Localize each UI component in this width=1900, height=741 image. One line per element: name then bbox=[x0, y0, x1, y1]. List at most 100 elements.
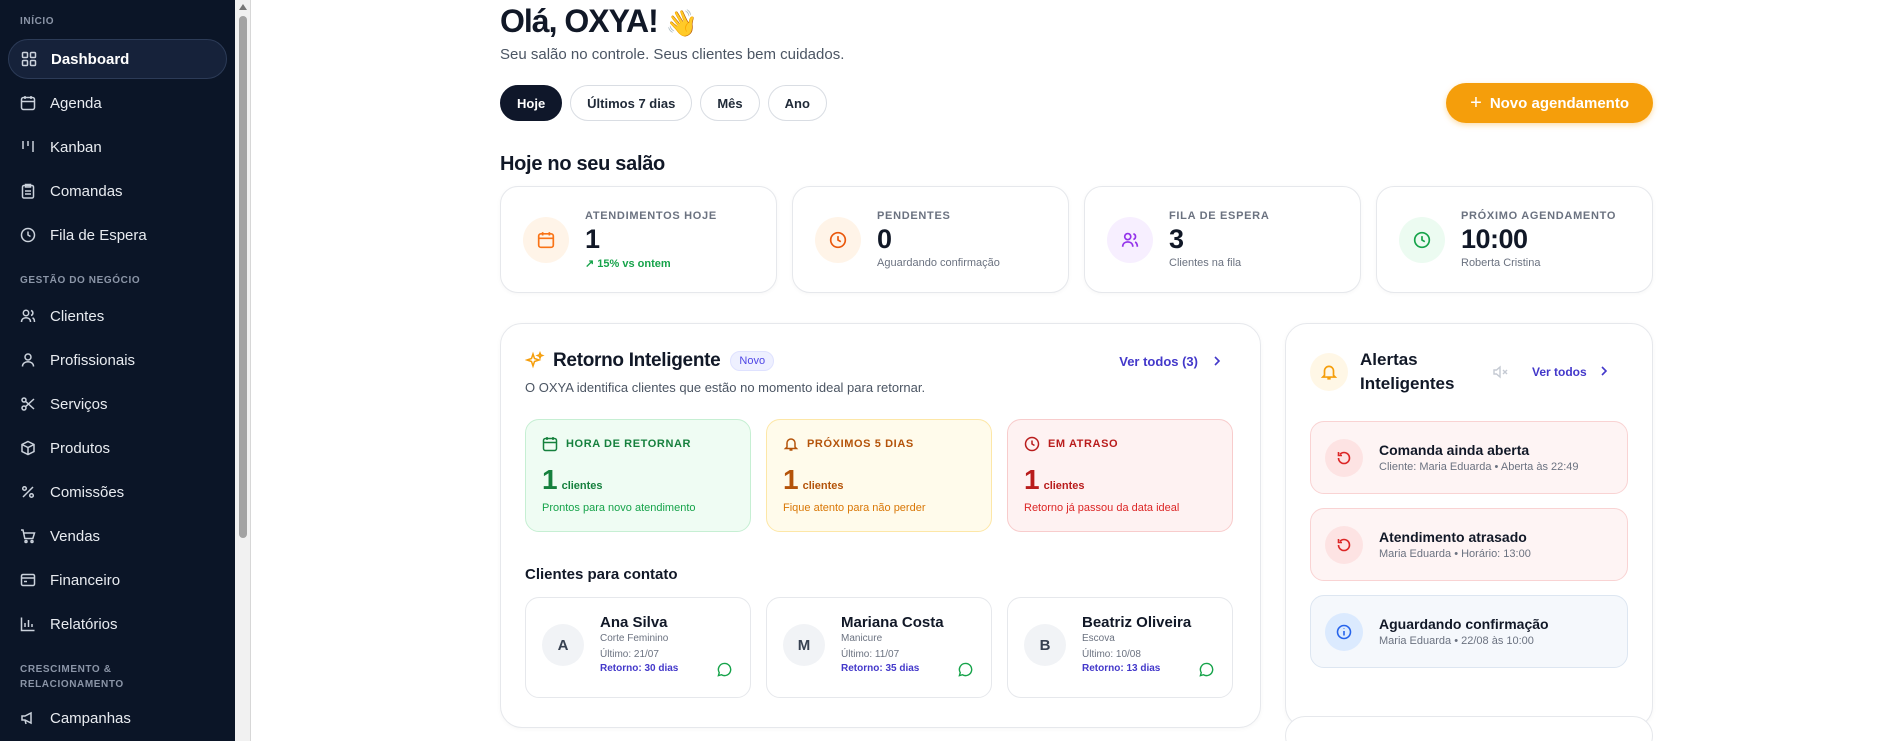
grid-icon bbox=[21, 51, 37, 67]
alert-item[interactable]: Aguardando confirmação Maria Eduarda • 2… bbox=[1310, 595, 1628, 668]
alert-item[interactable]: Comanda ainda aberta Cliente: Maria Edua… bbox=[1310, 421, 1628, 494]
sidebar-item-servicos[interactable]: Serviços bbox=[8, 384, 227, 424]
contact-card[interactable]: A Ana Silva Corte Feminino Último: 21/07… bbox=[525, 597, 751, 698]
sidebar-item-relatorios[interactable]: Relatórios bbox=[8, 604, 227, 644]
cart-icon bbox=[20, 528, 36, 544]
card-value: 1 clientes bbox=[542, 464, 734, 496]
kanban-icon bbox=[20, 139, 36, 155]
bell-icon bbox=[783, 436, 799, 452]
sidebar-scrollbar[interactable] bbox=[235, 0, 251, 741]
stat-label: PRÓXIMO AGENDAMENTO bbox=[1461, 210, 1617, 222]
card-value: 1 clientes bbox=[1024, 464, 1216, 496]
sidebar-item-profissionais[interactable]: Profissionais bbox=[8, 340, 227, 380]
card-note: Retorno já passou da data ideal bbox=[1024, 502, 1180, 514]
sidebar-item-produtos[interactable]: Produtos bbox=[8, 428, 227, 468]
calendar-icon bbox=[20, 95, 36, 111]
alert-title: Comanda ainda aberta bbox=[1379, 442, 1530, 458]
sidebar-item-financeiro[interactable]: Financeiro bbox=[8, 560, 227, 600]
stat-card-pendentes[interactable]: PENDENTES 0 Aguardando confirmação bbox=[792, 186, 1069, 293]
mute-icon[interactable] bbox=[1492, 364, 1508, 380]
sparkles-icon bbox=[525, 351, 545, 371]
stat-value: 1 bbox=[585, 223, 600, 254]
chevron-right-icon bbox=[1212, 354, 1222, 369]
alertas-panel: Alertas Inteligentes Ver todos Comanda a… bbox=[1285, 323, 1653, 728]
contact-return: Retorno: 30 dias bbox=[600, 663, 679, 674]
stat-value: 3 bbox=[1169, 224, 1184, 254]
users-icon bbox=[1107, 216, 1153, 263]
sidebar-item-label: Clientes bbox=[50, 307, 105, 325]
main-content: Olá, OXYA! 👋 Seu salão no controle. Seus… bbox=[500, 0, 1653, 741]
chevron-right-icon bbox=[1599, 365, 1609, 379]
sidebar-item-label: Dashboard bbox=[51, 50, 130, 68]
card-proximos-5-dias[interactable]: PRÓXIMOS 5 DIAS 1 clientes Fique atento … bbox=[766, 419, 992, 532]
sidebar-item-kanban[interactable]: Kanban bbox=[8, 127, 227, 167]
contact-name: Mariana Costa bbox=[841, 614, 944, 631]
sidebar-item-vendas[interactable]: Vendas bbox=[8, 516, 227, 556]
page-subtitle: Seu salão no controle. Seus clientes bem… bbox=[500, 46, 845, 63]
card-header: HORA DE RETORNAR bbox=[542, 436, 734, 452]
alert-subtitle: Maria Eduarda • Horário: 13:00 bbox=[1379, 548, 1531, 560]
card-number: 1 bbox=[783, 464, 799, 495]
stat-card-fila[interactable]: FILA DE ESPERA 3 Clientes na fila bbox=[1084, 186, 1361, 293]
alerts-header: Alertas Inteligentes Ver todos bbox=[1310, 348, 1628, 396]
bar-chart-icon bbox=[20, 616, 36, 632]
sidebar-item-dashboard[interactable]: Dashboard bbox=[8, 39, 227, 79]
stat-label: PENDENTES bbox=[877, 210, 951, 222]
sidebar-item-agenda[interactable]: Agenda bbox=[8, 83, 227, 123]
whatsapp-icon[interactable] bbox=[1199, 662, 1214, 677]
wallet-icon bbox=[20, 572, 36, 588]
contacts-list: A Ana Silva Corte Feminino Último: 21/07… bbox=[525, 597, 1236, 698]
sidebar-item-label: Kanban bbox=[50, 138, 102, 156]
contact-service: Escova bbox=[1082, 633, 1115, 644]
stat-value: 0 bbox=[877, 224, 892, 254]
percent-icon bbox=[20, 484, 36, 500]
today-section-title: Hoje no seu salão bbox=[500, 153, 665, 175]
sidebar-item-campanhas[interactable]: Campanhas bbox=[8, 698, 227, 738]
card-em-atraso[interactable]: EM ATRASO 1 clientes Retorno já passou d… bbox=[1007, 419, 1233, 532]
new-appointment-button[interactable]: + Novo agendamento bbox=[1446, 83, 1653, 123]
contact-name: Beatriz Oliveira bbox=[1082, 614, 1192, 631]
contact-last-visit: Último: 11/07 bbox=[841, 649, 900, 660]
sidebar-section-gestao: GESTÃO DO NEGÓCIO Clientes Profissionais… bbox=[8, 273, 227, 644]
sidebar-item-label: Fila de Espera bbox=[50, 226, 147, 244]
scrollbar-thumb[interactable] bbox=[239, 16, 247, 538]
whatsapp-icon[interactable] bbox=[717, 662, 732, 677]
sidebar-item-label: Campanhas bbox=[50, 709, 131, 727]
ver-todos-label: Ver todos (3) bbox=[1119, 353, 1198, 369]
retorno-ver-todos-link[interactable]: Ver todos (3) bbox=[1119, 354, 1222, 369]
sidebar-item-fila-de-espera[interactable]: Fila de Espera bbox=[8, 215, 227, 255]
card-note: Fique atento para não perder bbox=[783, 502, 926, 514]
stat-card-proximo[interactable]: PRÓXIMO AGENDAMENTO 10:00 Roberta Cristi… bbox=[1376, 186, 1653, 293]
alert-subtitle: Cliente: Maria Eduarda • Aberta às 22:49 bbox=[1379, 461, 1579, 473]
whatsapp-icon[interactable] bbox=[958, 662, 973, 677]
sidebar-item-clientes[interactable]: Clientes bbox=[8, 296, 227, 336]
sidebar: INÍCIO Dashboard Agenda Kanban Comandas … bbox=[0, 0, 235, 741]
clock-icon bbox=[1399, 216, 1445, 263]
filter-ultimos-7-dias[interactable]: Últimos 7 dias bbox=[570, 85, 693, 121]
filter-hoje[interactable]: Hoje bbox=[500, 85, 563, 121]
stat-label: ATENDIMENTOS HOJE bbox=[585, 209, 717, 222]
card-unit: clientes bbox=[1043, 480, 1085, 492]
contact-card[interactable]: M Mariana Costa Manicure Último: 11/07 R… bbox=[766, 597, 992, 698]
card-hora-de-retornar[interactable]: HORA DE RETORNAR 1 clientes Prontos para… bbox=[525, 419, 751, 532]
contact-last-visit: Último: 21/07 bbox=[600, 649, 659, 660]
stat-sub: 15% vs ontem bbox=[597, 257, 671, 270]
stat-card-atendimentos[interactable]: ATENDIMENTOS HOJE 1 ↗ 15% vs ontem bbox=[500, 186, 777, 293]
card-label: PRÓXIMOS 5 DIAS bbox=[807, 438, 914, 450]
sidebar-item-comissoes[interactable]: Comissões bbox=[8, 472, 227, 512]
alert-item[interactable]: Atendimento atrasado Maria Eduarda • Hor… bbox=[1310, 508, 1628, 581]
stat-sub: Aguardando confirmação bbox=[877, 257, 1000, 269]
alerts-ver-todos-link[interactable]: Ver todos bbox=[1532, 365, 1609, 379]
alerts-title: Alertas Inteligentes bbox=[1360, 350, 1455, 393]
sidebar-item-comandas[interactable]: Comandas bbox=[8, 171, 227, 211]
contact-card[interactable]: B Beatriz Oliveira Escova Último: 10/08 … bbox=[1007, 597, 1233, 698]
scroll-up-arrow-icon[interactable] bbox=[239, 4, 247, 10]
refresh-icon bbox=[1325, 525, 1363, 564]
users-icon bbox=[20, 308, 36, 324]
sidebar-item-label: Financeiro bbox=[50, 571, 121, 589]
filter-mes[interactable]: Mês bbox=[700, 85, 760, 121]
filter-ano[interactable]: Ano bbox=[767, 85, 827, 121]
stat-trend: ↗ 15% vs ontem bbox=[585, 257, 717, 270]
stat-value: 10:00 bbox=[1461, 224, 1528, 254]
plus-icon: + bbox=[1470, 91, 1482, 114]
